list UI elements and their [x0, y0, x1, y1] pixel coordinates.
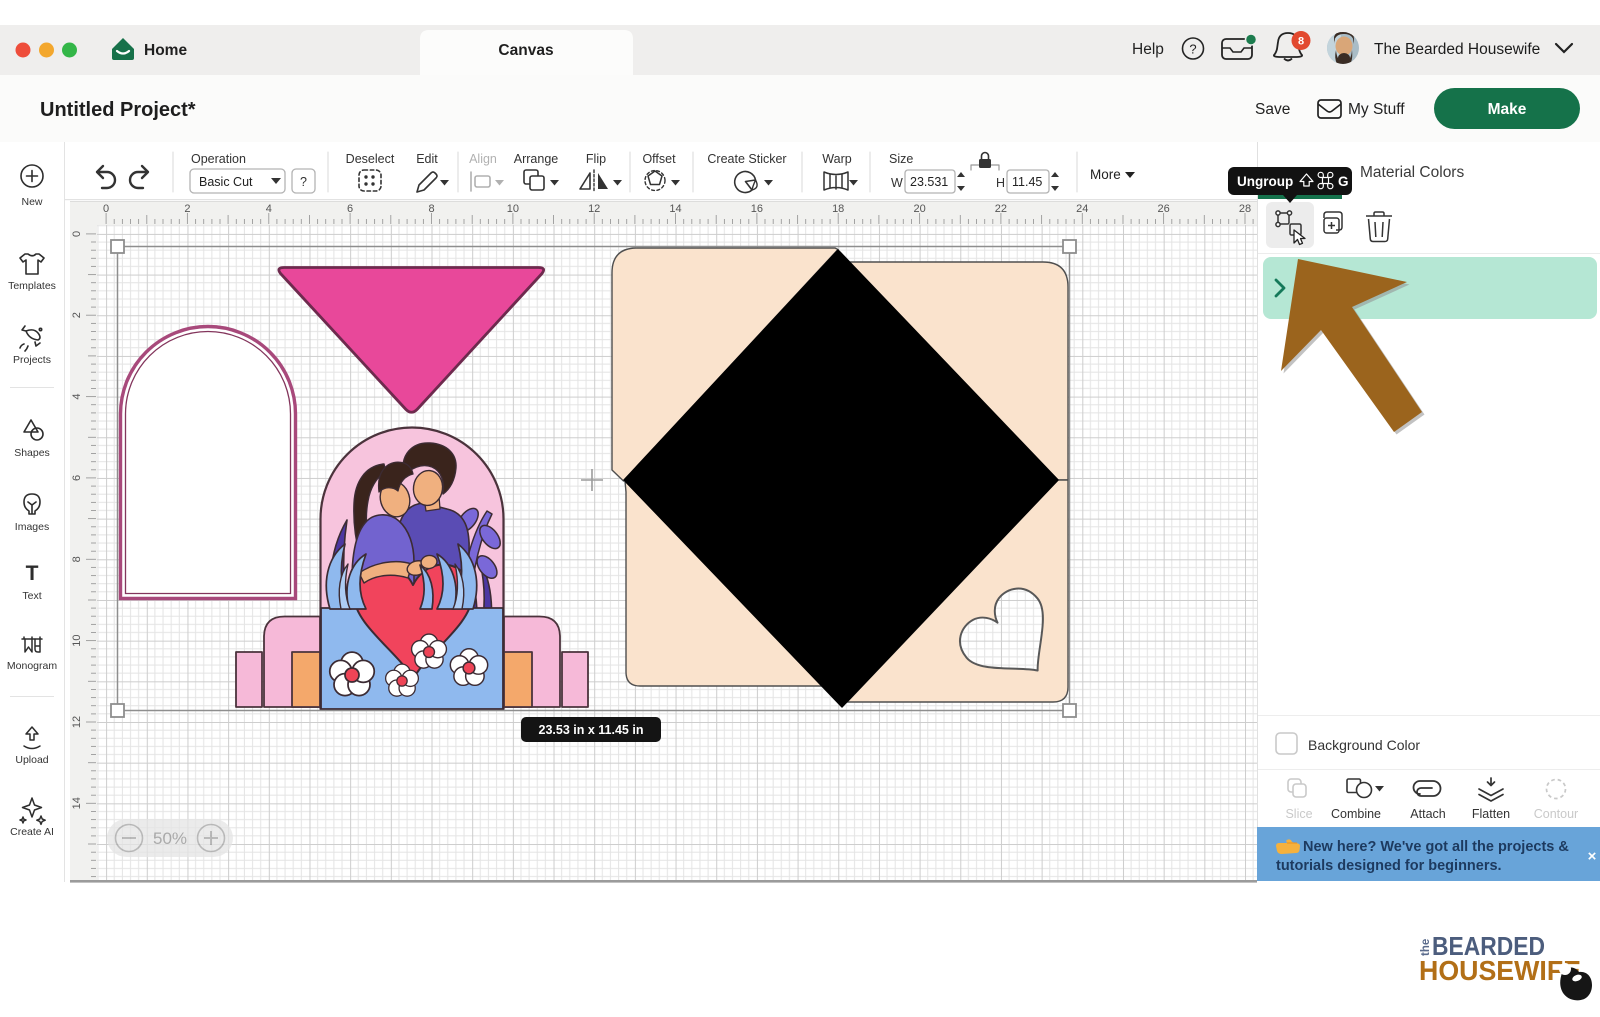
svg-text:W: W — [891, 176, 903, 190]
svg-text:Help: Help — [1132, 41, 1164, 58]
svg-text:28: 28 — [1239, 203, 1251, 215]
svg-text:Align: Align — [469, 152, 497, 166]
svg-text:Projects: Projects — [13, 354, 51, 366]
svg-text:×: × — [1588, 848, 1597, 865]
svg-text:6: 6 — [71, 475, 83, 481]
svg-text:?: ? — [1189, 42, 1196, 57]
svg-text:0: 0 — [103, 203, 109, 215]
svg-text:the: the — [1420, 939, 1432, 956]
svg-text:?: ? — [300, 175, 307, 189]
svg-text:10: 10 — [507, 203, 519, 215]
svg-text:2: 2 — [184, 203, 190, 215]
svg-text:Untitled Project*: Untitled Project* — [40, 99, 196, 121]
svg-text:Background Color: Background Color — [1308, 737, 1420, 753]
svg-text:11.45: 11.45 — [1012, 175, 1042, 189]
svg-text:H: H — [996, 176, 1005, 190]
svg-text:Contour: Contour — [1534, 807, 1578, 821]
svg-text:Ungroup: Ungroup — [1237, 174, 1293, 189]
svg-text:Arrange: Arrange — [514, 152, 559, 166]
svg-text:8: 8 — [428, 203, 434, 215]
svg-text:Flatten: Flatten — [1472, 807, 1510, 821]
svg-text:T: T — [26, 562, 39, 585]
svg-text:tutorials designed for beginne: tutorials designed for beginners. — [1276, 858, 1502, 874]
svg-text:Flip: Flip — [586, 152, 606, 166]
svg-text:26: 26 — [1157, 203, 1169, 215]
svg-text:Save: Save — [1255, 101, 1290, 118]
svg-text:G: G — [1338, 174, 1349, 189]
svg-text:Edit: Edit — [416, 152, 438, 166]
svg-text:12: 12 — [71, 716, 83, 728]
svg-text:Make: Make — [1488, 101, 1527, 118]
svg-text:New here? We've got all the pr: New here? We've got all the projects & — [1303, 839, 1569, 855]
svg-text:Size: Size — [889, 152, 913, 166]
svg-text:4: 4 — [266, 203, 272, 215]
svg-text:24: 24 — [1076, 203, 1088, 215]
svg-text:Slice: Slice — [1285, 807, 1312, 821]
svg-text:12: 12 — [588, 203, 600, 215]
svg-text:23.531: 23.531 — [910, 175, 948, 189]
svg-text:Material Colors: Material Colors — [1360, 164, 1464, 181]
svg-text:Images: Images — [15, 521, 49, 533]
svg-text:8: 8 — [71, 556, 83, 562]
svg-text:0: 0 — [71, 231, 83, 237]
svg-text:4: 4 — [71, 394, 83, 400]
svg-text:6: 6 — [347, 203, 353, 215]
svg-text:Upload: Upload — [15, 754, 48, 766]
svg-text:Combine: Combine — [1331, 807, 1381, 821]
svg-text:Attach: Attach — [1410, 807, 1445, 821]
svg-text:Monogram: Monogram — [7, 660, 57, 672]
svg-text:Warp: Warp — [822, 152, 851, 166]
svg-text:Create Sticker: Create Sticker — [707, 152, 786, 166]
svg-text:Canvas: Canvas — [498, 42, 553, 59]
svg-text:14: 14 — [71, 797, 83, 809]
svg-text:Deselect: Deselect — [346, 152, 395, 166]
svg-text:16: 16 — [751, 203, 763, 215]
svg-text:My Stuff: My Stuff — [1348, 101, 1405, 118]
svg-text:Operation: Operation — [191, 152, 246, 166]
svg-text:20: 20 — [913, 203, 925, 215]
svg-text:22: 22 — [995, 203, 1007, 215]
svg-text:The Bearded Housewife: The Bearded Housewife — [1374, 41, 1540, 58]
svg-text:Shapes: Shapes — [14, 447, 50, 459]
svg-text:More: More — [1090, 167, 1121, 182]
svg-text:Offset: Offset — [642, 152, 676, 166]
svg-text:18: 18 — [832, 203, 844, 215]
svg-text:Create AI: Create AI — [10, 826, 54, 838]
svg-text:14: 14 — [669, 203, 681, 215]
svg-text:8: 8 — [1298, 36, 1304, 48]
svg-text:23.53 in x 11.45 in: 23.53 in x 11.45 in — [539, 723, 644, 737]
svg-text:2: 2 — [71, 312, 83, 318]
svg-text:10: 10 — [71, 634, 83, 646]
svg-text:Templates: Templates — [8, 280, 56, 292]
svg-text:Text: Text — [22, 590, 41, 602]
svg-text:50%: 50% — [153, 829, 187, 848]
svg-text:HOUSEWIFE: HOUSEWIFE — [1419, 955, 1581, 986]
svg-text:Home: Home — [144, 42, 187, 59]
svg-text:Basic Cut: Basic Cut — [199, 175, 253, 189]
svg-text:New: New — [21, 196, 42, 208]
